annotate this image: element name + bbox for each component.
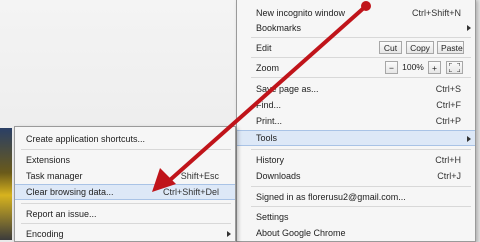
annotation-arrow-line [168,4,368,182]
annotation-arrow-tail [361,1,371,11]
annotation-arrow-overlay [152,1,371,192]
